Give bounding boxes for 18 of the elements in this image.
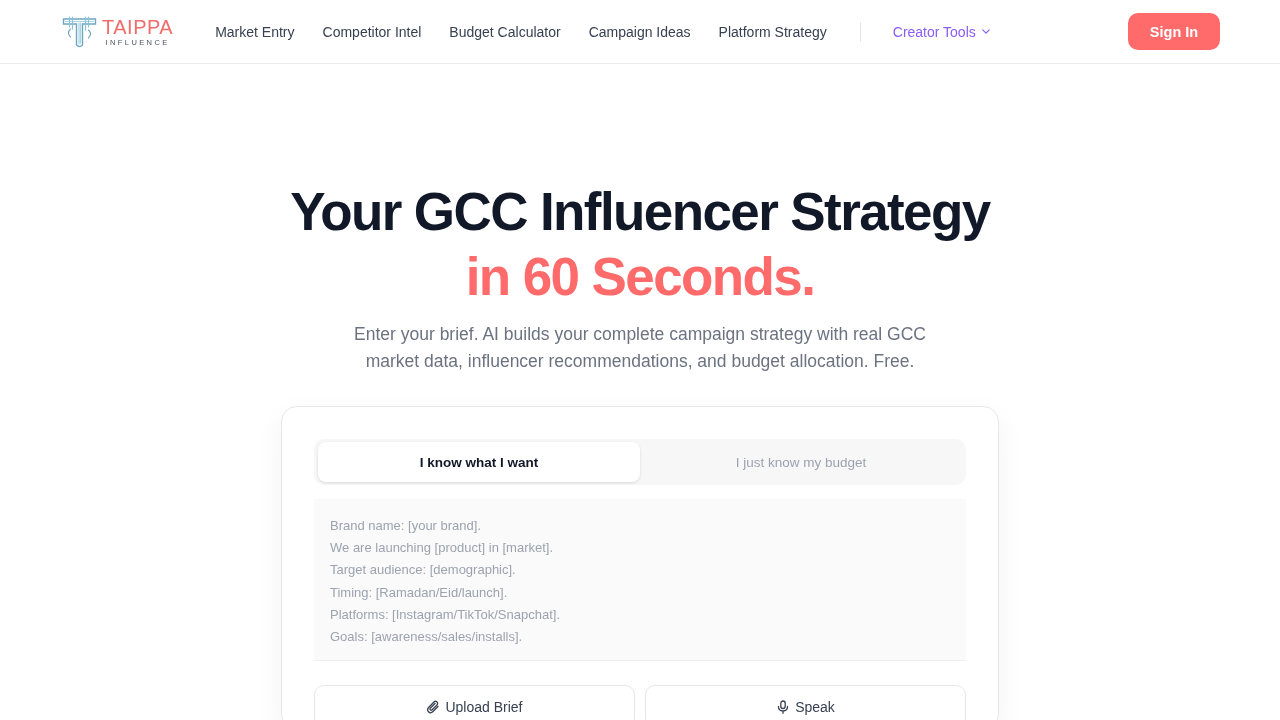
- nav-link[interactable]: Budget Calculator: [449, 23, 561, 40]
- nav-link[interactable]: Campaign Ideas: [588, 23, 691, 40]
- logo-wordmark: TAIPPA: [102, 16, 174, 37]
- hero-subtitle: Enter your brief. AI builds your complete campaign strategy with real GCC market data, influencer recommendations, and budget allocation. Free.: [353, 323, 927, 373]
- mode-tab[interactable]: I know what I want: [318, 442, 640, 482]
- logo-icon: [61, 14, 98, 49]
- nav-link[interactable]: Competitor Intel: [322, 23, 422, 40]
- paperclip-icon: [426, 700, 441, 714]
- microphone-icon: [776, 700, 791, 714]
- brief-input[interactable]: Brand name: [your brand]. We are launching [product] in [market]. Target audience: [demographic]. Timing: [Ramadan/Eid/launch]. Platforms: [Instagram/TikTok/Snapchat]. Goals: [awareness/sales/installs].: [314, 499, 966, 660]
- creator-tools-menu[interactable]: Creator Tools: [892, 23, 990, 40]
- nav-link[interactable]: Market Entry: [215, 23, 295, 40]
- hero-title-highlight: in 60 Seconds.: [465, 246, 815, 308]
- action-button[interactable]: Upload Brief: [314, 685, 635, 720]
- nav-link[interactable]: Platform Strategy: [718, 23, 827, 40]
- action-button[interactable]: Speak: [645, 685, 966, 720]
- chevron-down-icon: [981, 29, 990, 34]
- hero-title: Your GCC Influencer Strategy: [290, 181, 990, 243]
